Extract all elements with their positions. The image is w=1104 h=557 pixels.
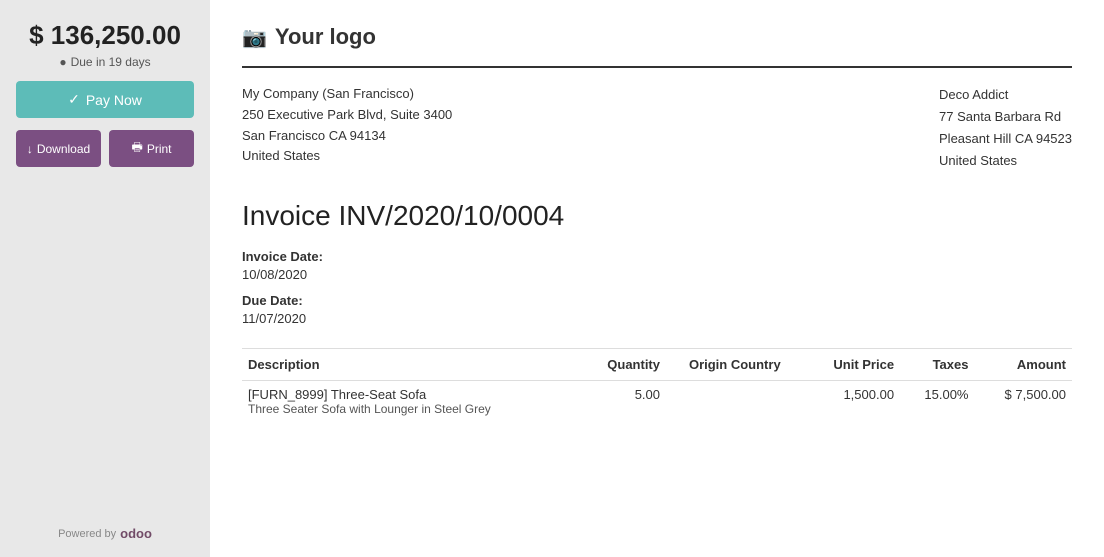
action-buttons: ↓ Download 🖶 Print — [16, 130, 194, 167]
invoice-amount: $ 136,250.00 — [16, 20, 194, 51]
header-quantity: Quantity — [580, 349, 666, 381]
due-label: ● Due in 19 days — [16, 55, 194, 69]
powered-by: Powered by odoo — [58, 526, 152, 541]
billing-address: Deco Addict 77 Santa Barbara Rd Pleasant… — [939, 84, 1072, 172]
billing-section: Deco Addict 77 Santa Barbara Rd Pleasant… — [939, 84, 1072, 172]
company-logo: 📷 Your logo — [242, 24, 376, 50]
billing-address-line1: 77 Santa Barbara Rd — [939, 106, 1072, 128]
billing-name: Deco Addict — [939, 84, 1072, 106]
due-date-label: Due Date: — [242, 293, 303, 308]
company-address-line1: 250 Executive Park Blvd, Suite 3400 — [242, 105, 452, 126]
print-button[interactable]: 🖶 Print — [109, 130, 194, 167]
sidebar: $ 136,250.00 ● Due in 19 days ✓ Pay Now … — [0, 0, 210, 557]
header-description: Description — [242, 349, 580, 381]
invoice-meta: Invoice Date: 10/08/2020 Due Date: 11/07… — [242, 248, 1072, 328]
camera-icon: 📷 — [242, 25, 267, 50]
print-label: Print — [147, 142, 172, 156]
company-name: My Company (San Francisco) — [242, 84, 452, 105]
billing-country: United States — [939, 150, 1072, 172]
pay-now-button[interactable]: ✓ Pay Now — [16, 81, 194, 118]
cell-amount: $ 7,500.00 — [974, 381, 1072, 423]
pay-now-icon: ✓ — [68, 91, 80, 108]
download-label: Download — [37, 142, 90, 156]
cell-description: [FURN_8999] Three-Seat Sofa Three Seater… — [242, 381, 580, 423]
invoice-date-row: Invoice Date: 10/08/2020 — [242, 248, 1072, 284]
table-row: [FURN_8999] Three-Seat Sofa Three Seater… — [242, 381, 1072, 423]
header-amount: Amount — [974, 349, 1072, 381]
company-address: My Company (San Francisco) 250 Executive… — [242, 84, 452, 176]
company-address-line2: San Francisco CA 94134 — [242, 126, 452, 147]
download-icon: ↓ — [27, 142, 33, 156]
invoice-date-label: Invoice Date: — [242, 249, 323, 264]
powered-by-text: Powered by — [58, 528, 116, 540]
invoice-table: Description Quantity Origin Country Unit… — [242, 348, 1072, 422]
table-body: [FURN_8999] Three-Seat Sofa Three Seater… — [242, 381, 1072, 423]
due-date-row: Due Date: 11/07/2020 — [242, 292, 1072, 328]
cell-quantity: 5.00 — [580, 381, 666, 423]
billing-address-line2: Pleasant Hill CA 94523 — [939, 128, 1072, 150]
due-date-value: 11/07/2020 — [242, 311, 306, 326]
cell-origin-country — [666, 381, 804, 423]
company-header: 📷 Your logo — [242, 24, 1072, 68]
download-button[interactable]: ↓ Download — [16, 130, 101, 167]
header-unit-price: Unit Price — [804, 349, 900, 381]
odoo-logo: odoo — [120, 526, 152, 541]
header-origin-country: Origin Country — [666, 349, 804, 381]
logo-text: Your logo — [275, 24, 376, 50]
invoice-date-value: 10/08/2020 — [242, 267, 307, 282]
main-content: 📷 Your logo My Company (San Francisco) 2… — [210, 0, 1104, 557]
invoice-title: Invoice INV/2020/10/0004 — [242, 200, 1072, 232]
header-taxes: Taxes — [900, 349, 974, 381]
print-icon: 🖶 — [131, 138, 142, 159]
due-text: Due in 19 days — [71, 55, 151, 69]
clock-icon: ● — [59, 55, 66, 69]
cell-taxes: 15.00% — [900, 381, 974, 423]
pay-now-label: Pay Now — [86, 92, 142, 108]
cell-unit-price: 1,500.00 — [804, 381, 900, 423]
company-country: United States — [242, 146, 452, 167]
amount-section: $ 136,250.00 ● Due in 19 days — [16, 20, 194, 69]
